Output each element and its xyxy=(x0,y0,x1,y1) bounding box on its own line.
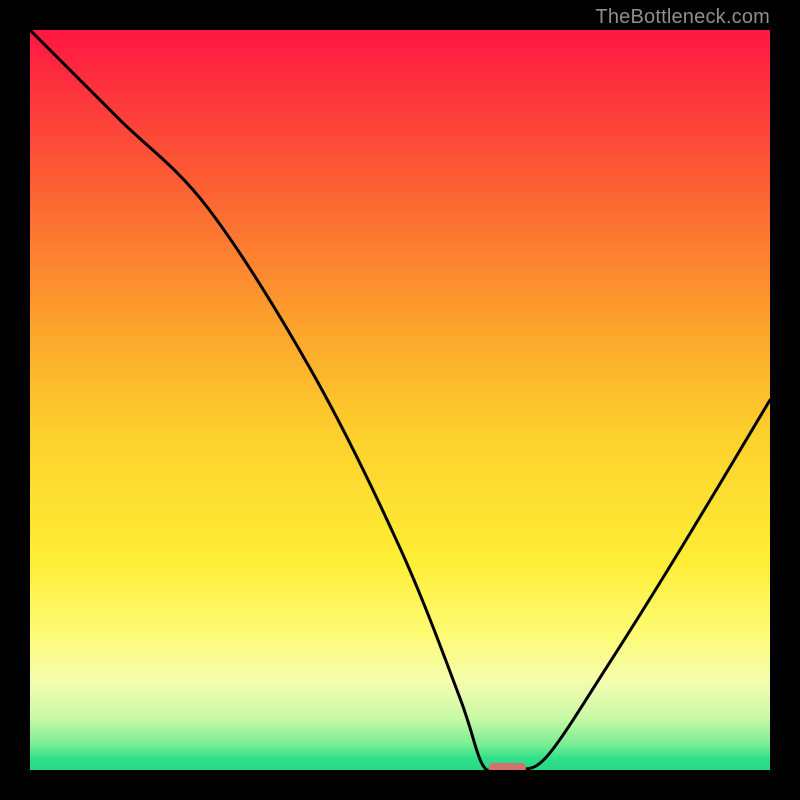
plot-area xyxy=(30,30,770,770)
curve-layer xyxy=(30,30,770,770)
watermark-text: TheBottleneck.com xyxy=(595,6,770,29)
bottleneck-curve xyxy=(30,30,770,770)
optimal-marker xyxy=(489,763,526,770)
chart-frame: TheBottleneck.com xyxy=(0,0,800,800)
